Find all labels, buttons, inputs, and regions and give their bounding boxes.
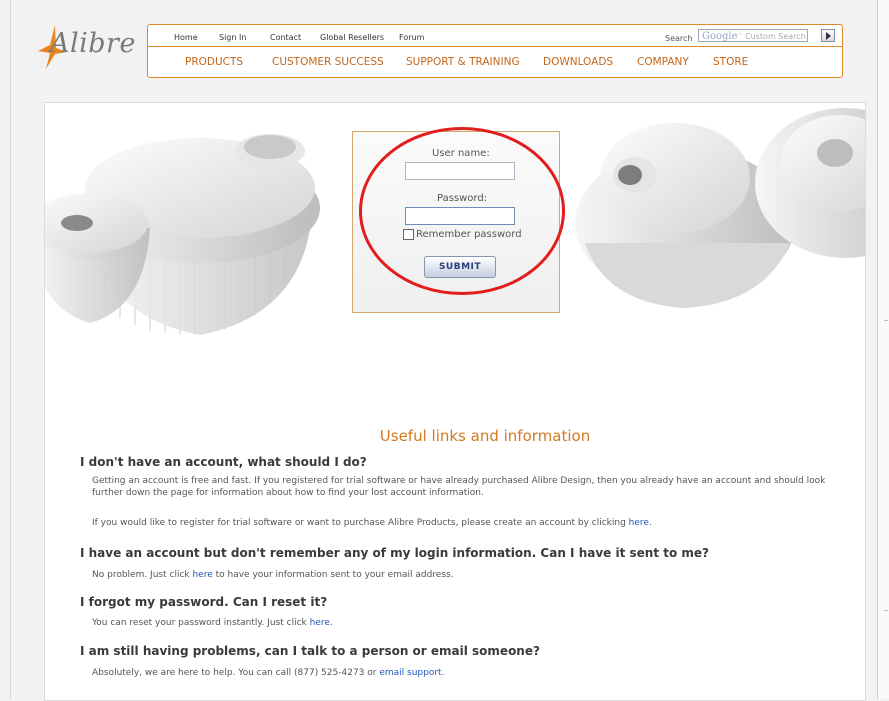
faq-question-4: I am still having problems, can I talk t… [80,644,540,658]
faq-answer-1: Getting an account is free and fast. If … [92,476,826,498]
search-label: Search [665,34,693,43]
nav-signin-link[interactable]: Sign In [219,33,246,42]
menu-products[interactable]: PRODUCTS [185,56,243,68]
search-submit-icon[interactable] [821,29,835,42]
left-window-edge [10,0,11,699]
email-support-link[interactable]: email support [379,668,441,678]
faq-question-3: I forgot my password. Can I reset it? [80,595,328,609]
faq-answer-2: No problem. Just click here to have your… [92,570,454,580]
annotation-circle [359,127,565,295]
alibre-logo[interactable]: Alibre [36,20,151,72]
register-here-link[interactable]: here [629,518,649,528]
nav-global-resellers-link[interactable]: Global Resellers [320,33,384,42]
faq-answer-4: Absolutely, we are here to help. You can… [92,668,445,678]
menu-customer-success[interactable]: CUSTOMER SUCCESS [272,56,384,68]
menu-downloads[interactable]: DOWNLOADS [543,56,613,68]
reset-password-link[interactable]: here [310,618,330,628]
menu-company[interactable]: COMPANY [637,56,689,68]
menu-support-training[interactable]: SUPPORT & TRAINING [406,56,520,68]
send-login-info-link[interactable]: here [192,570,212,580]
faq-question-1: I don't have an account, what should I d… [80,455,367,469]
top-navigation: Home Sign In Contact Global Resellers Fo… [147,24,843,78]
nav-forum-link[interactable]: Forum [399,33,424,42]
search-input[interactable]: Google™ Custom Search [698,29,808,42]
logo-text: Alibre [50,28,136,59]
menu-store[interactable]: STORE [713,56,748,68]
faq-question-2: I have an account but don't remember any… [80,546,710,560]
nav-contact-link[interactable]: Contact [270,33,301,42]
scrollbar[interactable] [877,0,889,699]
faq-answer-1b: If you would like to register for trial … [92,518,652,528]
useful-links-heading: Useful links and information [379,427,591,445]
faq-answer-3: You can reset your password instantly. J… [92,618,333,628]
nav-home-link[interactable]: Home [174,33,198,42]
